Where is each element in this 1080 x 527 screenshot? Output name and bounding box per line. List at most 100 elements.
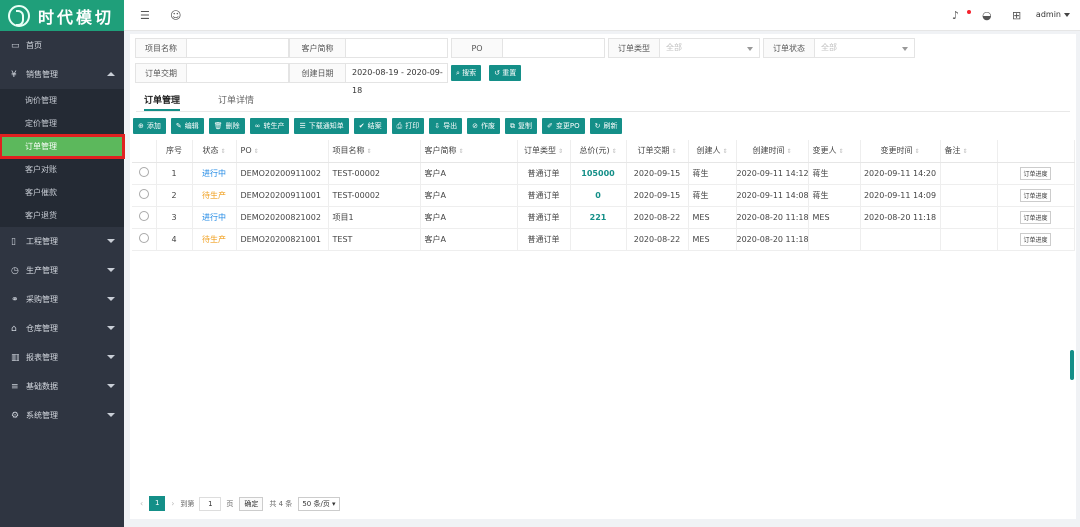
user-menu[interactable]: admin	[1036, 10, 1070, 19]
sidebar-item-home[interactable]: ▭ 首页	[0, 31, 124, 60]
column-header-label: 创建时间	[752, 146, 785, 156]
sort-icon: ⇕	[458, 148, 464, 156]
sidebar-item-pricing[interactable]: 定价管理	[0, 112, 124, 135]
sidebar-item-inquiry[interactable]: 询价管理	[0, 89, 124, 112]
menu-toggle-icon[interactable]: ☰	[140, 9, 150, 22]
sidebar-item-engineering[interactable]: ▯ 工程管理	[0, 227, 124, 256]
goto-confirm-button[interactable]: 确定	[239, 496, 264, 511]
delete-button[interactable]: 🗑 删除	[208, 118, 245, 134]
action-toolbar: ⊕ 添加 ✎ 编辑 🗑 删除 ∞ 转生产 ☰ 下载通知单 ✔ 结案 ⎙ 打印 ⇩ 导出 ⊘ 作废 …	[133, 118, 627, 134]
print-button[interactable]: ⎙ 打印	[391, 118, 425, 134]
column-header-remark[interactable]: 备注 ⇕	[940, 140, 998, 163]
sidebar-item-label: 销售管理	[26, 70, 58, 79]
bell-icon[interactable]: ♪	[952, 9, 959, 22]
column-header-total[interactable]: 总价(元) ⇕	[570, 140, 627, 163]
table-row[interactable]: 4 待生产 DEMO20200821001 TEST 客户A 普通订单 2020-08-22…	[132, 228, 1075, 251]
sidebar-item-label: 仓库管理	[26, 324, 58, 333]
cell-changer: 蒋生	[808, 162, 861, 185]
column-header-project[interactable]: 项目名称 ⇕	[328, 140, 421, 163]
search-button[interactable]: ⌕ 搜索	[451, 65, 482, 81]
row-radio[interactable]	[138, 189, 149, 199]
sidebar-item-reports[interactable]: ▥ 报表管理	[0, 343, 124, 372]
sidebar-item-label: 生产管理	[26, 266, 58, 275]
sitemap-icon[interactable]: ⊞	[1012, 9, 1021, 22]
table-row[interactable]: 2 待生产 DEMO20200911001 TEST-00002 客户A 普通订单 0 202…	[132, 184, 1075, 207]
sidebar-item-collection[interactable]: 客户催款	[0, 181, 124, 204]
project-name-label: 项目名称	[135, 38, 187, 58]
sort-icon: ⇕	[786, 148, 792, 156]
edit-button[interactable]: ✎ 编辑	[170, 118, 204, 134]
table-row[interactable]: 3 进行中 DEMO20200821002 项目1 客户A 普通订单 221 2020-08-…	[132, 206, 1075, 229]
logo[interactable]: 时代模切	[0, 0, 124, 31]
sidebar-item-returns[interactable]: 客户退货	[0, 204, 124, 227]
cell-changer: 蒋生	[808, 184, 861, 207]
po-input[interactable]	[503, 38, 605, 58]
row-radio[interactable]	[138, 211, 149, 221]
sort-icon: ⇕	[838, 148, 844, 156]
cell-creator: MES	[688, 228, 737, 251]
order-type-select[interactable]: 全部	[660, 38, 760, 58]
smile-icon[interactable]: ☺	[170, 9, 181, 22]
order-progress-button[interactable]: 订单进度	[1020, 166, 1051, 180]
sidebar-item-reconcile[interactable]: 客户对账	[0, 158, 124, 181]
prev-page-icon[interactable]: ‹	[140, 499, 143, 508]
goto-page-input[interactable]: 1	[199, 496, 222, 511]
column-header-creator[interactable]: 创建人 ⇕	[688, 140, 737, 163]
cell-customer: 客户A	[420, 162, 518, 185]
order-progress-button[interactable]: 订单进度	[1020, 188, 1051, 202]
sidebar-item-basedata[interactable]: ≡ 基础数据	[0, 372, 124, 401]
to-production-button[interactable]: ∞ 转生产	[249, 118, 290, 134]
customer-short-input[interactable]	[346, 38, 448, 58]
column-header-changed[interactable]: 变更时间 ⇕	[860, 140, 941, 163]
plus-circle-icon: ⊕	[138, 122, 144, 130]
cell-total: 105000	[570, 162, 627, 185]
created-date-label: 创建日期	[289, 63, 346, 83]
palette-icon[interactable]: ◒	[982, 9, 992, 22]
refresh-button[interactable]: ↻ 刷新	[589, 118, 623, 134]
order-status-select[interactable]: 全部	[815, 38, 915, 58]
next-page-icon[interactable]: ›	[171, 499, 174, 508]
sidebar-item-warehouse[interactable]: ⌂ 仓库管理	[0, 314, 124, 343]
copy-button[interactable]: ⧉ 复制	[505, 118, 537, 134]
sidebar-item-system[interactable]: ⚙ 系统管理	[0, 401, 124, 430]
column-header-delivery[interactable]: 订单交期 ⇕	[626, 140, 689, 163]
column-header-changer[interactable]: 变更人 ⇕	[808, 140, 861, 163]
column-header-created[interactable]: 创建时间 ⇕	[736, 140, 809, 163]
download-notice-button[interactable]: ☰ 下载通知单	[294, 118, 349, 134]
order-progress-button[interactable]: 订单进度	[1020, 232, 1051, 246]
bar-chart-icon: ▥	[11, 352, 20, 363]
column-header-customer[interactable]: 客户简称 ⇕	[420, 140, 518, 163]
sidebar-item-sales[interactable]: ¥ 销售管理	[0, 60, 124, 89]
row-radio[interactable]	[138, 167, 149, 177]
reset-button[interactable]: ↺ 重置	[489, 65, 522, 81]
cell-changer	[808, 228, 861, 251]
change-po-button[interactable]: ✐ 变更PO	[542, 118, 585, 134]
column-header-po[interactable]: PO ⇕	[236, 140, 329, 163]
scrollbar-thumb[interactable]	[1070, 350, 1074, 380]
yen-icon: ¥	[11, 69, 17, 80]
add-button[interactable]: ⊕ 添加	[133, 118, 166, 134]
orders-table: 序号 状态 ⇕ PO ⇕ 项目名称 ⇕ 客户简称 ⇕ 订单类型 ⇕ 总价(元) ⇕ 订单交期…	[132, 140, 1075, 251]
export-button[interactable]: ⇩ 导出	[429, 118, 463, 134]
order-progress-button[interactable]: 订单进度	[1020, 210, 1051, 224]
page-current[interactable]: 1	[149, 496, 166, 511]
table-row[interactable]: 1 进行中 DEMO20200911002 TEST-00002 客户A 普通订单 1050…	[132, 162, 1075, 185]
close-case-button[interactable]: ✔ 结案	[353, 118, 387, 134]
void-button[interactable]: ⊘ 作废	[467, 118, 500, 134]
row-radio[interactable]	[138, 233, 149, 243]
created-date-input[interactable]: 2020-08-19 - 2020-09-18	[346, 63, 448, 95]
sidebar-item-orders[interactable]: 订单管理	[0, 134, 125, 159]
project-name-input[interactable]	[187, 38, 289, 58]
sidebar-item-production[interactable]: ◷ 生产管理	[0, 256, 124, 285]
copy-icon: ⧉	[510, 122, 515, 130]
refresh-icon: ↻	[594, 122, 601, 130]
cell-customer: 客户A	[420, 206, 518, 229]
delivery-input[interactable]	[187, 63, 289, 83]
page-size-select[interactable]: 50 条/页	[298, 496, 340, 511]
column-header-type[interactable]: 订单类型 ⇕	[517, 140, 571, 163]
cell-total: 221	[570, 206, 627, 229]
tab-order-detail[interactable]: 订单详情	[218, 93, 254, 111]
sidebar-item-purchasing[interactable]: ⚭ 采购管理	[0, 285, 124, 314]
column-header-status[interactable]: 状态 ⇕	[192, 140, 237, 163]
tab-order-management[interactable]: 订单管理	[144, 93, 181, 111]
